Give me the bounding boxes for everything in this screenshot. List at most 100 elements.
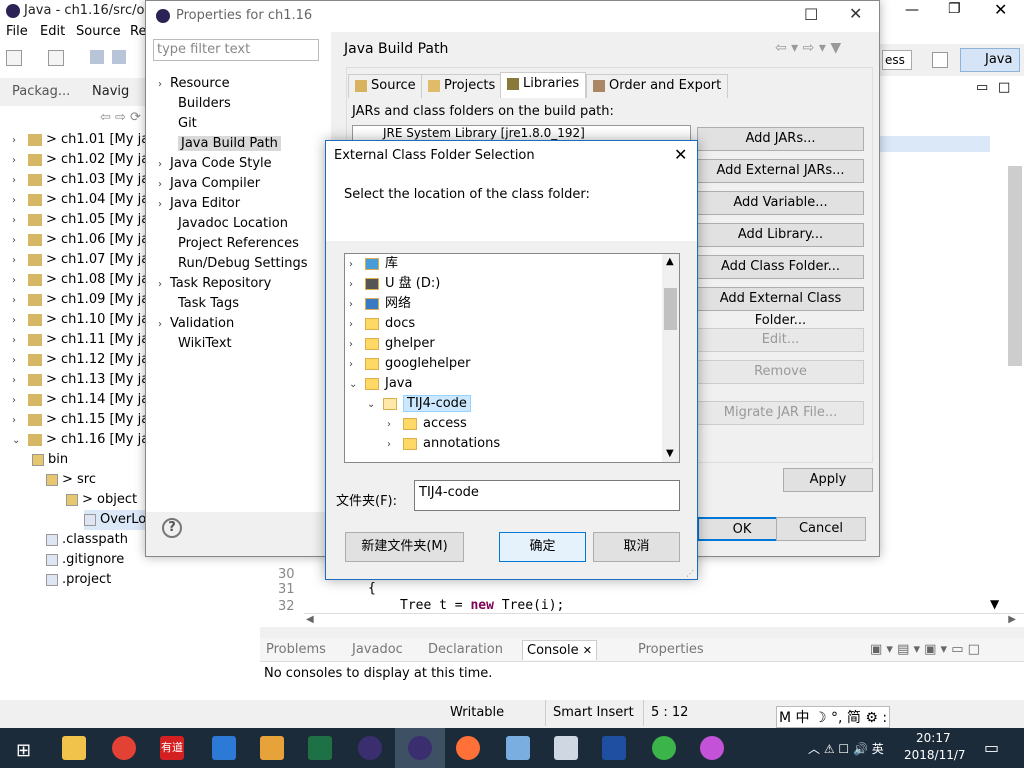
project-tree-item[interactable]: › > ch1.13 [My jav	[0, 370, 157, 390]
scroll-thumb[interactable]	[664, 288, 677, 330]
folder-tree-item[interactable]: › 网络	[349, 294, 411, 314]
migrate-jar-button[interactable]: Migrate JAR File...	[697, 401, 864, 425]
wechat-icon[interactable]	[652, 736, 676, 760]
chevron-right-icon[interactable]: ›	[150, 155, 170, 175]
menu-source[interactable]: Source	[76, 24, 121, 39]
chevron-right-icon[interactable]: ›	[349, 315, 365, 335]
project-tree-item[interactable]: .project	[46, 570, 111, 590]
editor-hscroll[interactable]: ◀ ▶	[304, 613, 1024, 627]
tab-package-explorer[interactable]: Packag...	[12, 84, 70, 99]
nav-item[interactable]: › Java Compiler	[150, 174, 260, 194]
chevron-right-icon[interactable]: ›	[12, 131, 24, 151]
edit-button[interactable]: Edit...	[697, 328, 864, 352]
project-tree-item[interactable]: › > ch1.06 [My jav	[0, 230, 157, 250]
close-icon[interactable]: ✕	[849, 4, 862, 23]
maximize-icon[interactable]: ☐	[804, 5, 818, 24]
chevron-right-icon[interactable]: ›	[12, 331, 24, 351]
ok-button[interactable]: OK	[697, 517, 787, 541]
new-icon[interactable]	[6, 50, 22, 66]
folder-tree-item[interactable]: › access	[387, 414, 467, 434]
chevron-right-icon[interactable]: ›	[387, 415, 403, 435]
add-class-folder-button[interactable]: Add Class Folder...	[697, 255, 864, 279]
save-icon[interactable]	[90, 50, 104, 64]
nav-item[interactable]: WikiText	[150, 334, 232, 354]
project-tree-item[interactable]: › > ch1.07 [My jav	[0, 250, 157, 270]
add-jars-button[interactable]: Add JARs...	[697, 127, 864, 151]
quick-access-field[interactable]: ess	[882, 50, 912, 70]
nav-item[interactable]: Git	[150, 114, 197, 134]
nav-item[interactable]: Task Tags	[150, 294, 239, 314]
project-tree-item[interactable]: .gitignore	[46, 550, 124, 570]
project-tree-item[interactable]: OverLo	[84, 510, 147, 530]
vscode-icon[interactable]	[212, 736, 236, 760]
nav-item[interactable]: › Java Editor	[150, 194, 240, 214]
project-tree-item[interactable]: › > ch1.08 [My jav	[0, 270, 157, 290]
chevron-right-icon[interactable]: ›	[12, 311, 24, 331]
open-perspective-icon[interactable]	[932, 52, 948, 68]
filter-input[interactable]: type filter text	[153, 39, 319, 61]
sourcetree-icon[interactable]	[260, 736, 284, 760]
folder-input[interactable]: TIJ4-code	[414, 480, 680, 511]
jre-library-item[interactable]: JRE System Library [jre1.8.0_192]	[383, 126, 585, 140]
project-tree-item[interactable]: > object	[66, 490, 137, 510]
nav-item[interactable]: › Validation	[150, 314, 234, 334]
project-tree-item[interactable]: .classpath	[46, 530, 128, 550]
nav-item[interactable]: Run/Debug Settings	[150, 254, 308, 274]
folder-tree-item[interactable]: › ghelper	[349, 334, 435, 354]
nav-item[interactable]: › Task Repository	[150, 274, 271, 294]
chevron-right-icon[interactable]: ›	[12, 231, 24, 251]
chevron-right-icon[interactable]: ›	[12, 271, 24, 291]
chevron-right-icon[interactable]: ›	[349, 295, 365, 315]
powershell-icon[interactable]	[602, 736, 626, 760]
collapse-all-icon[interactable]: ⇦ ⇨ ⟳	[100, 110, 141, 125]
outline-scrollbar[interactable]	[1008, 166, 1022, 366]
chevron-right-icon[interactable]: ›	[150, 195, 170, 215]
nav-item[interactable]: Builders	[150, 94, 231, 114]
youdao-icon[interactable]: 有道	[160, 736, 184, 760]
restore-icon[interactable]: ❐	[948, 1, 961, 17]
chevron-right-icon[interactable]: ›	[349, 355, 365, 375]
folder-tree-item[interactable]: › docs	[349, 314, 415, 334]
clock-date[interactable]: 2018/11/7	[904, 748, 966, 762]
tab-properties[interactable]: Properties	[638, 642, 704, 657]
chevron-right-icon[interactable]: ›	[12, 251, 24, 271]
tree-scrollbar[interactable]: ▲ ▼	[662, 254, 679, 462]
firefox-icon[interactable]	[456, 736, 480, 760]
file-explorer-icon[interactable]	[62, 736, 86, 760]
save-all-icon[interactable]	[112, 50, 126, 64]
chrome-icon[interactable]	[112, 736, 136, 760]
scroll-down-icon[interactable]: ▼	[666, 448, 674, 459]
new-folder-button[interactable]: 新建文件夹(M)	[345, 532, 464, 562]
project-tree-item[interactable]: ⌄ > ch1.16 [My jav	[0, 430, 157, 450]
chevron-right-icon[interactable]: ›	[349, 255, 365, 275]
nav-item[interactable]: Javadoc Location	[150, 214, 288, 234]
chevron-right-icon[interactable]: ›	[12, 291, 24, 311]
chevron-right-icon[interactable]: ›	[12, 411, 24, 431]
console-toolbar-icons[interactable]: ▣ ▾ ▤ ▾ ▣ ▾ ▭ □	[870, 642, 980, 657]
excel-icon[interactable]	[308, 736, 332, 760]
remove-button[interactable]: Remove	[697, 360, 864, 384]
chevron-right-icon[interactable]: ›	[150, 175, 170, 195]
nav-item[interactable]: Java Build Path	[150, 134, 281, 154]
resize-grip-icon[interactable]: ⋰	[686, 569, 694, 578]
add-external-class-folder-button[interactable]: Add External Class Folder...	[697, 287, 864, 328]
cancel-button[interactable]: Cancel	[776, 517, 866, 541]
notification-icon[interactable]: ▭	[984, 738, 999, 757]
add-external-jars-button[interactable]: Add External JARs...	[697, 159, 864, 183]
folder-tree-item[interactable]: › U 盘 (D:)	[349, 274, 440, 294]
chevron-right-icon[interactable]: ›	[12, 211, 24, 231]
clock-time[interactable]: 20:17	[916, 731, 951, 745]
menu-edit[interactable]: Edit	[40, 24, 65, 39]
nav-item[interactable]: › Resource	[150, 74, 230, 94]
folder-tree-item[interactable]: › googlehelper	[349, 354, 470, 374]
add-library-button[interactable]: Add Library...	[697, 223, 864, 247]
folder-tree-item[interactable]: ⌄ TIJ4-code	[367, 394, 471, 414]
tab-console[interactable]: Console ✕	[522, 640, 597, 660]
project-tree-item[interactable]: › > ch1.01 [My jav	[0, 130, 157, 150]
eclipse-active-icon[interactable]	[408, 736, 432, 760]
tab-source[interactable]: Source	[348, 74, 423, 98]
project-tree-item[interactable]: bin	[32, 450, 68, 470]
project-tree-item[interactable]: › > ch1.14 [My jav	[0, 390, 157, 410]
help-icon[interactable]: ?	[162, 518, 182, 538]
chevron-down-icon[interactable]: ⌄	[349, 375, 365, 395]
